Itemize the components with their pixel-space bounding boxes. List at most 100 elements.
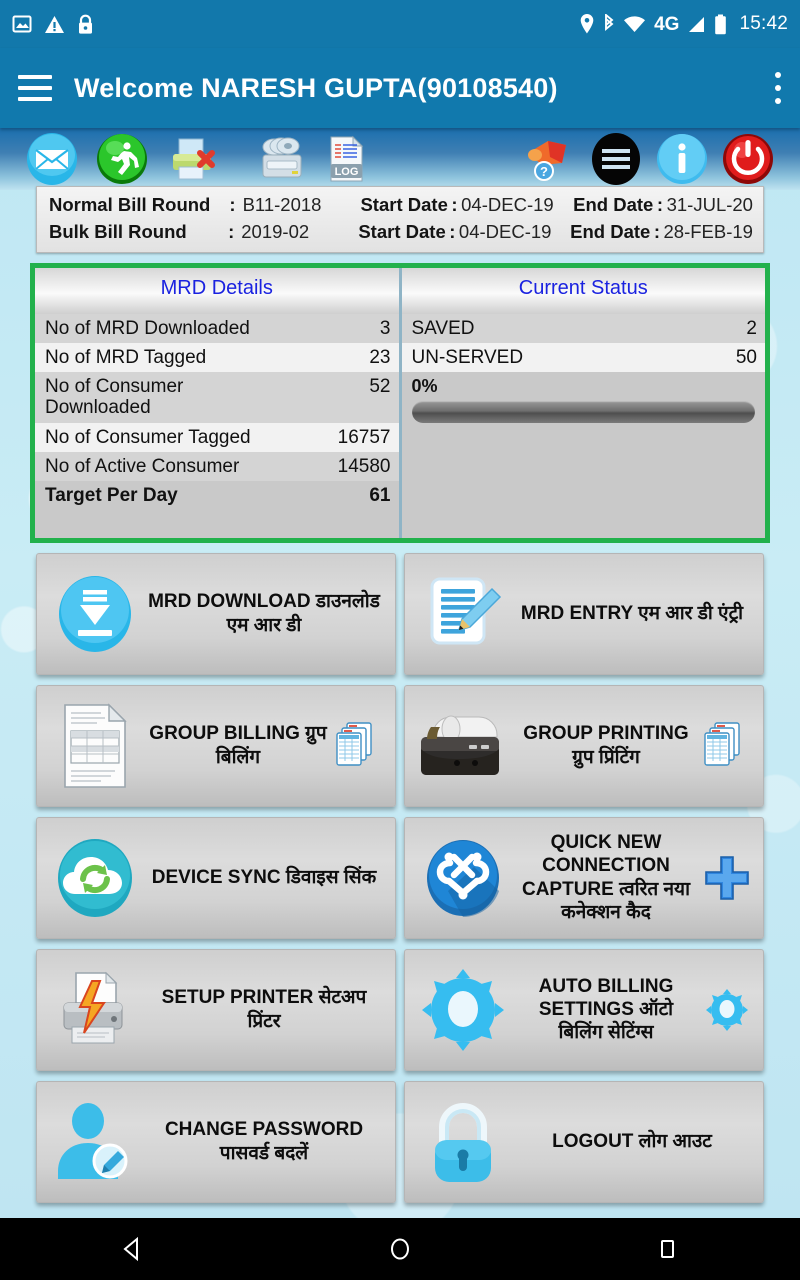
warning-icon	[44, 15, 65, 34]
tile-setup-printer[interactable]: SETUP PRINTER सेटअप प्रिंटर	[36, 948, 396, 1071]
tile-mrd-download[interactable]: MRD DOWNLOAD डाउनलोड एम आर डी	[36, 552, 396, 675]
normal-end-date-value: 31-JUL-20	[666, 194, 753, 215]
bill-round-info: Normal Bill Round : B11-2018 Start Date …	[36, 186, 764, 253]
row-value: 52	[369, 376, 391, 398]
table-row: Target Per Day 61	[35, 481, 399, 510]
tile-label: MRD DOWNLOAD डाउनलोड एम आर डी	[148, 591, 380, 636]
info-icon[interactable]	[654, 131, 710, 187]
colon: :	[228, 220, 235, 242]
svg-text:?: ?	[540, 164, 548, 179]
image-icon	[12, 14, 32, 34]
tile-quick-new-connection[interactable]: QUICK NEW CONNECTION CAPTURE त्वरित नया …	[404, 816, 764, 939]
hamburger-icon[interactable]	[18, 75, 52, 101]
app-bar: Welcome NARESH GUPTA(90108540)	[0, 48, 800, 128]
mrd-details-title: MRD Details	[35, 267, 399, 314]
row-key: No of MRD Tagged	[45, 346, 207, 368]
joomla-connection-icon	[415, 830, 511, 926]
status-bar-left-icons	[12, 14, 94, 35]
bill-round-row: Bulk Bill Round : 2019-02 Start Date : 0…	[49, 219, 753, 246]
normal-bill-round-value: B11-2018	[242, 194, 322, 215]
toolbar-mid-group: LOG	[254, 131, 374, 187]
progress-bar	[411, 401, 755, 424]
row-value: 61	[369, 485, 391, 507]
thermal-printer-icon	[415, 698, 511, 794]
bluetooth-icon	[602, 14, 615, 34]
colon: :	[449, 220, 456, 242]
document-pencil-icon	[415, 566, 511, 662]
row-value: 16757	[337, 426, 391, 448]
more-vert-icon[interactable]	[774, 72, 782, 104]
tile-label: DEVICE SYNC डिवाइस सिंक	[151, 867, 377, 889]
bill-round-row: Normal Bill Round : B11-2018 Start Date …	[49, 192, 753, 219]
normal-bill-round-label: Normal Bill Round	[49, 194, 211, 215]
colon: :	[229, 194, 236, 215]
tile-mrd-entry[interactable]: MRD ENTRY एम आर डी एंट्री	[404, 552, 764, 675]
stats-highlight-box: MRD Details No of MRD Downloaded 3 No of…	[30, 262, 770, 543]
svg-text:LOG: LOG	[335, 166, 359, 178]
icon-toolbar: LOG ?	[0, 128, 800, 190]
announcement-help-icon[interactable]: ?	[522, 131, 578, 187]
signal-icon	[687, 14, 706, 34]
colon: :	[656, 194, 664, 215]
4g-icon: 4G	[654, 15, 679, 34]
toolbar-right-group: ?	[522, 131, 776, 187]
page-title: Welcome NARESH GUPTA(90108540)	[74, 72, 558, 103]
tile-group-billing[interactable]: GROUP BILLING ग्रुप बिलिंग	[36, 684, 396, 807]
tile-label: SETUP PRINTER सेटअप प्रिंटर	[161, 987, 367, 1032]
android-nav-bar	[0, 1218, 800, 1280]
home-circle-icon[interactable]	[365, 1218, 435, 1280]
toolbar-left-group	[24, 131, 220, 187]
tile-label: MRD ENTRY एम आर डी एंट्री	[520, 603, 744, 625]
bulk-end-date-value: 28-FEB-19	[663, 220, 753, 242]
tile-auto-billing-settings[interactable]: AUTO BILLING SETTINGS ऑटो बिलिंग सेटिंग्…	[404, 948, 764, 1071]
start-date-label: Start Date	[358, 220, 446, 242]
lock-icon	[77, 14, 94, 35]
stacked-sheets-icon	[701, 720, 753, 772]
cloud-sync-icon	[47, 830, 143, 926]
bulk-start-date-value: 04-DEC-19	[458, 220, 552, 242]
tile-row: DEVICE SYNC डिवाइस सिंक QUICK NEW CONNEC…	[36, 816, 764, 939]
back-triangle-icon[interactable]	[98, 1218, 168, 1280]
colon: :	[653, 220, 660, 242]
tile-label: CHANGE PASSWORD पासवर्ड बदलें	[164, 1119, 364, 1164]
tile-change-password[interactable]: CHANGE PASSWORD पासवर्ड बदलें	[36, 1080, 396, 1203]
disk-backup-icon[interactable]	[254, 131, 310, 187]
tile-label: GROUP PRINTING ग्रुप प्रिंटिंग	[523, 723, 689, 768]
tile-device-sync[interactable]: DEVICE SYNC डिवाइस सिंक	[36, 816, 396, 939]
end-date-label: End Date	[573, 194, 654, 215]
tile-row: CHANGE PASSWORD पासवर्ड बदलें LOGOUT लोग…	[36, 1080, 764, 1203]
row-key: No of Consumer Downloaded	[45, 376, 184, 419]
bulk-bill-round-value: 2019-02	[241, 220, 310, 242]
table-row: UN-SERVED 50	[401, 342, 765, 373]
tile-logout[interactable]: LOGOUT लोग आउट	[404, 1080, 764, 1203]
network-type-label: 4G	[654, 13, 680, 35]
row-key: No of Consumer Tagged	[45, 426, 251, 448]
mrd-details-rows: No of MRD Downloaded 3 No of MRD Tagged …	[35, 313, 399, 538]
bulk-bill-round-label: Bulk Bill Round	[49, 220, 187, 242]
current-status-rows: SAVED 2 UN-SERVED 50 0%	[401, 313, 765, 538]
row-key: No of Active Consumer	[45, 455, 240, 477]
user-edit-icon	[47, 1094, 143, 1190]
tile-row: MRD DOWNLOAD डाउनलोड एम आर डी MRD ENTRY …	[36, 552, 764, 675]
tile-label: QUICK NEW CONNECTION CAPTURE त्वरित नया …	[521, 832, 690, 923]
small-gear-icon	[701, 987, 753, 1033]
app-screen: 4G 15:42 Welcome NARESH GUPTA(90108540)	[0, 0, 800, 1280]
printer-cancel-icon[interactable]	[164, 131, 220, 187]
colon: :	[451, 194, 458, 215]
mail-icon[interactable]	[24, 131, 80, 187]
progress-section: 0%	[401, 372, 765, 430]
table-row: No of MRD Downloaded 3	[35, 313, 399, 343]
log-file-icon[interactable]: LOG	[318, 131, 374, 187]
runner-icon[interactable]	[94, 131, 150, 187]
download-circle-icon	[47, 566, 143, 662]
tile-label: LOGOUT लोग आउट	[552, 1131, 712, 1153]
power-icon[interactable]	[720, 131, 776, 187]
menu-list-icon[interactable]	[588, 131, 644, 187]
battery-icon	[714, 14, 727, 35]
current-status-panel: Current Status SAVED 2 UN-SERVED 50 0%	[398, 267, 765, 538]
menu-tile-grid: MRD DOWNLOAD डाउनलोड एम आर डी MRD ENTRY …	[36, 552, 764, 1203]
tile-group-printing[interactable]: GROUP PRINTING ग्रुप प्रिंटिंग	[404, 684, 764, 807]
row-value: 2	[746, 317, 757, 339]
recents-square-icon[interactable]	[632, 1218, 702, 1280]
table-row: No of MRD Tagged 23	[35, 342, 399, 373]
